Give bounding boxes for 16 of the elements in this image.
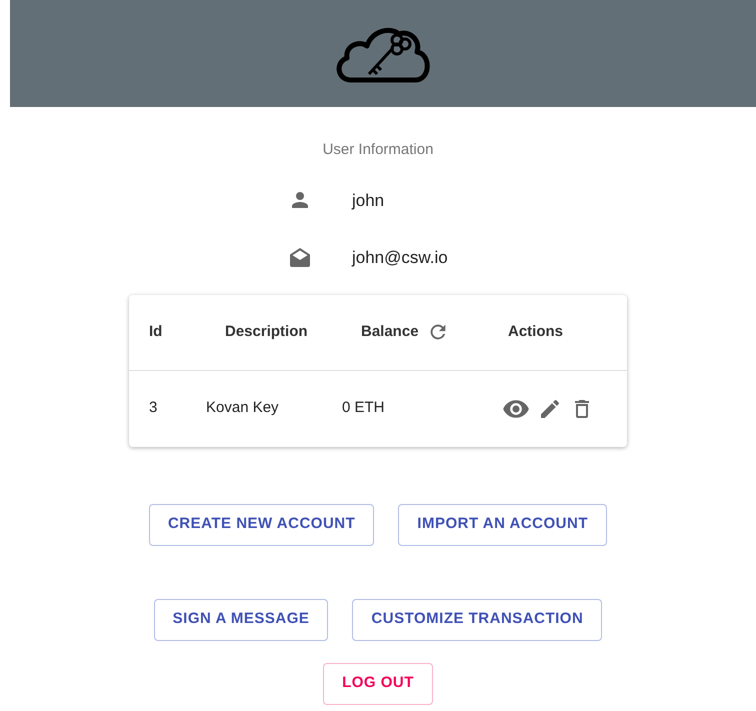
action-button[interactable]: CUSTOMIZE TRANSACTION (352, 598, 602, 640)
column-header: Id (149, 322, 162, 342)
table-cell-text: 0 ETH (342, 398, 386, 418)
table-cell-text: 3 (149, 398, 158, 418)
column-header: Balance (361, 322, 419, 342)
envelope-icon (288, 246, 312, 270)
action-button[interactable]: CREATE NEW ACCOUNT (148, 504, 374, 546)
table-cell-text: Kovan Key (206, 398, 280, 418)
section-title: User Information (322, 140, 434, 160)
user-name: john (352, 190, 384, 212)
action-button[interactable]: LOG OUT (323, 662, 433, 704)
action-button[interactable]: SIGN A MESSAGE (154, 598, 328, 640)
user-email: john@csw.io (352, 247, 448, 269)
action-button[interactable]: IMPORT AN ACCOUNT (398, 504, 608, 546)
column-header: Actions (508, 322, 564, 342)
column-header: Description (225, 322, 308, 342)
